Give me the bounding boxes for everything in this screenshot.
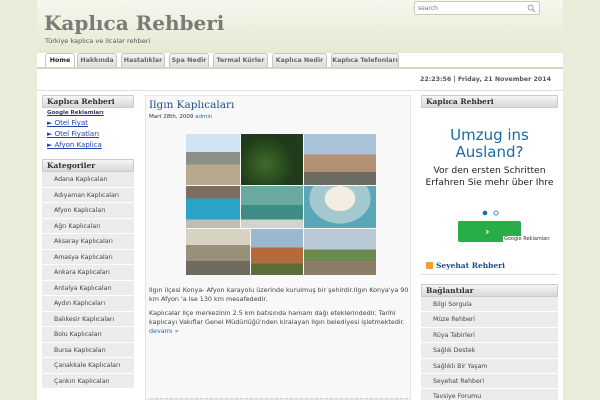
category-item[interactable]: Bursa Kaplıcaları bbox=[42, 342, 134, 358]
site-header: Kaplıca Rehberi Türkiye kaplıca ve ilcal… bbox=[37, 0, 563, 53]
category-item[interactable]: Adana Kaplıcaları bbox=[42, 172, 134, 188]
tab-termal-kurler[interactable]: Termal Kürler bbox=[213, 53, 268, 68]
photo-building bbox=[186, 134, 240, 185]
post-paragraph-1: Ilgın ilçesi Konya- Afyon karayolu üzeri… bbox=[149, 286, 409, 303]
site-subtitle: Türkiye kaplıca ve ilcalar rehberi bbox=[45, 37, 151, 45]
rss-section: Seyehat Rehberi bbox=[421, 259, 558, 271]
category-item[interactable]: Balıkesir Kaplıcaları bbox=[42, 311, 134, 327]
tab-hakkinda[interactable]: Hakkında bbox=[77, 53, 117, 68]
photo-pool-1 bbox=[186, 186, 240, 228]
nav-divider bbox=[37, 67, 563, 69]
search-box bbox=[414, 1, 540, 15]
category-item[interactable]: Ağrı Kaplıcaları bbox=[42, 218, 134, 234]
link-item[interactable]: Sağlık Destek bbox=[421, 343, 558, 359]
tab-kaplica-telefonlari[interactable]: Kaplıca Telefonları bbox=[331, 53, 399, 68]
ad-link-afyon-kaplica[interactable]: ► Afyon Kaplica bbox=[47, 140, 134, 151]
rss-title[interactable]: Seyehat Rehberi bbox=[436, 261, 505, 270]
left-sidebar: Kaplıca Rehberi Google Reklamları ► Otel… bbox=[42, 95, 134, 389]
category-item[interactable]: Çanakkale Kaplıcaları bbox=[42, 358, 134, 374]
rss-icon[interactable] bbox=[426, 261, 433, 269]
photo-landscape bbox=[304, 229, 376, 275]
category-item[interactable]: Bolu Kaplıcaları bbox=[42, 327, 134, 343]
category-item[interactable]: Adıyaman Kaplıcaları bbox=[42, 187, 134, 203]
category-item[interactable]: Aydın Kaplıcaları bbox=[42, 296, 134, 312]
tab-home[interactable]: Home bbox=[45, 53, 75, 68]
ad-headline[interactable]: Umzug ins Ausland? bbox=[421, 127, 558, 161]
link-item[interactable]: Sağlıklı Bir Yaşam bbox=[421, 358, 558, 374]
tab-hastaliklar[interactable]: Hastalıklar bbox=[121, 53, 165, 68]
right-widget-title: Kaplıca Rehberi bbox=[421, 95, 558, 108]
category-item[interactable]: Ankara Kaplıcaları bbox=[42, 265, 134, 281]
ad-body: Vor den ersten Schritten Erfahren Sie me… bbox=[425, 165, 554, 188]
photo-trees bbox=[241, 134, 303, 185]
post-meta: Mart 28th, 2009 admin bbox=[149, 114, 212, 120]
search-input[interactable] bbox=[418, 3, 522, 13]
links-title: Bağlantılar bbox=[421, 284, 558, 297]
photo-pool-2 bbox=[241, 186, 303, 228]
post-date: Mart 28th, 2009 bbox=[149, 114, 194, 120]
tab-kaplica-nedir[interactable]: Kaplıca Nedir bbox=[272, 53, 327, 68]
site-title[interactable]: Kaplıca Rehberi bbox=[44, 11, 224, 35]
category-item[interactable]: Antalya Kaplıcaları bbox=[42, 280, 134, 296]
carousel-dots-icon[interactable] bbox=[481, 210, 501, 216]
page: Kaplıca Rehberi Türkiye kaplıca ve ilcal… bbox=[37, 0, 563, 400]
main-nav: Home Hakkında Hastalıklar Spa Nedir Term… bbox=[37, 53, 563, 68]
link-item[interactable]: Tavsiye Forumu bbox=[421, 389, 558, 400]
post-title[interactable]: Ilgın Kaplıcaları bbox=[149, 99, 234, 111]
photo-town bbox=[251, 229, 303, 275]
rss-divider bbox=[421, 274, 558, 275]
ad-link-otel-fiyat[interactable]: ► Otel Fiyat bbox=[47, 118, 134, 129]
date-time: 22:23:56 | Friday, 21 November 2014 bbox=[419, 76, 551, 83]
search-icon[interactable] bbox=[527, 4, 536, 13]
ad-google-label[interactable]: Google Reklamları bbox=[503, 236, 551, 242]
left-widget-title: Kaplıca Rehberi bbox=[42, 95, 134, 108]
ad-link-otel-fiyatlari[interactable]: ► Otel Fiyatları bbox=[47, 129, 134, 140]
photo-hotel bbox=[304, 134, 376, 185]
right-sidebar: Kaplıca Rehberi Umzug ins Ausland? Vor d… bbox=[421, 95, 558, 400]
category-item[interactable]: Aksaray Kaplıcaları bbox=[42, 234, 134, 250]
category-item[interactable]: Afyon Kaplıcaları bbox=[42, 203, 134, 219]
post-paragraph-2: Kaplıcalar ilçe merkezinin 2.5 km batısı… bbox=[149, 309, 411, 336]
ad-banner[interactable]: Umzug ins Ausland? Vor den ersten Schrit… bbox=[421, 108, 558, 242]
link-item[interactable]: Seyehat Rehberi bbox=[421, 373, 558, 390]
categories-title: Kategoriler bbox=[42, 159, 134, 172]
google-ads-label[interactable]: Google Reklamları bbox=[47, 110, 134, 116]
link-item[interactable]: Rüya Tabirleri bbox=[421, 327, 558, 344]
tab-spa-nedir[interactable]: Spa Nedir bbox=[169, 53, 209, 68]
main-content: Ilgın Kaplıcaları Mart 28th, 2009 admin … bbox=[145, 95, 411, 400]
post-paragraph-2-text: Kaplıcalar ilçe merkezinin 2.5 km batısı… bbox=[149, 309, 405, 326]
read-more-link[interactable]: devamı » bbox=[149, 327, 179, 335]
link-item[interactable]: Bilgi Sorgula bbox=[421, 297, 558, 313]
photo-mosque bbox=[186, 229, 250, 275]
category-item[interactable]: Amasya Kaplıcaları bbox=[42, 249, 134, 265]
category-item[interactable]: Çankırı Kaplıcaları bbox=[42, 373, 134, 389]
photo-thermal-hall bbox=[304, 186, 376, 228]
post-author[interactable]: admin bbox=[195, 114, 212, 120]
arrow-right-icon: › bbox=[485, 225, 490, 238]
divider bbox=[37, 90, 563, 91]
link-item[interactable]: Müze Rehberi bbox=[421, 312, 558, 328]
post-divider bbox=[150, 398, 408, 399]
